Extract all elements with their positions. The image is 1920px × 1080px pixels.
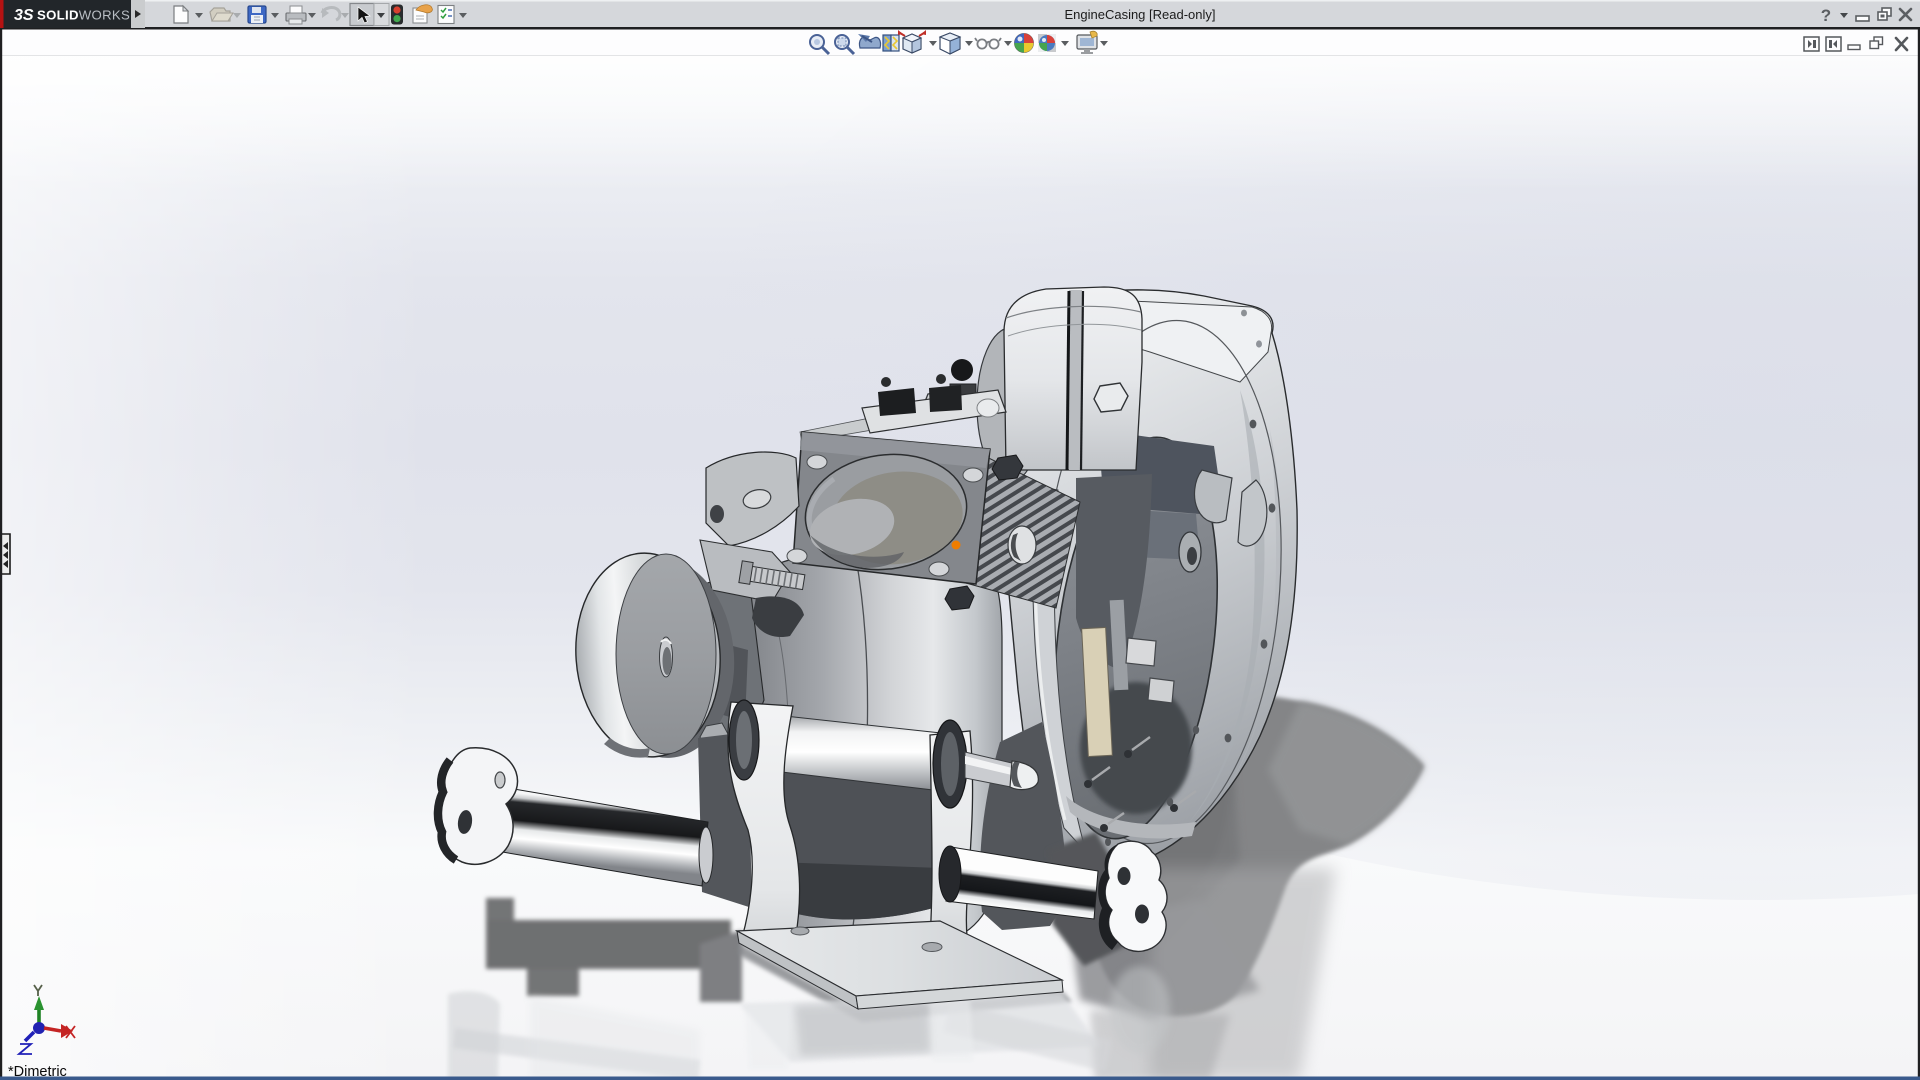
svg-text:SOLIDWORKS: SOLIDWORKS [37,8,130,23]
svg-text:3S: 3S [14,7,34,24]
svg-text:?: ? [1821,6,1831,25]
svg-text:EngineCasing [Read-only]: EngineCasing [Read-only] [1064,7,1215,22]
